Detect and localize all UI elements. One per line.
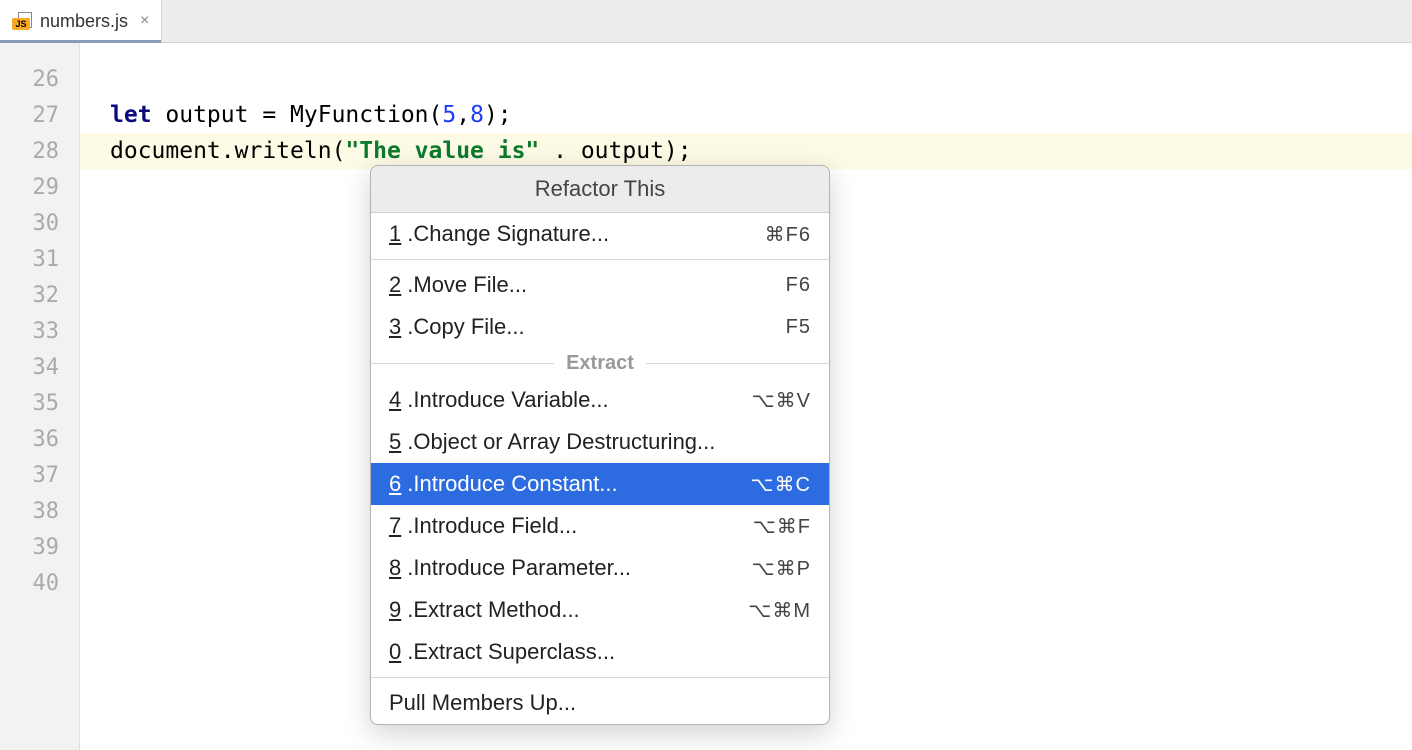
file-tab[interactable]: JS numbers.js × — [0, 0, 162, 42]
line-number: 27 — [0, 97, 79, 133]
item-number: 2 — [389, 272, 401, 298]
popup-item[interactable]: 1. Change Signature...⌘F6 — [371, 213, 829, 255]
item-label: Extract Superclass... — [413, 639, 811, 665]
js-file-icon: JS — [12, 11, 32, 31]
item-number: 6 — [389, 471, 401, 497]
code-line-highlighted[interactable]: document.writeln("The value is" . output… — [80, 133, 1412, 169]
line-number: 26 — [0, 61, 79, 97]
refactor-popup: Refactor This 1. Change Signature...⌘F6 2… — [370, 165, 830, 725]
code-line[interactable] — [110, 61, 1412, 97]
popup-item[interactable]: 6. Introduce Constant...⌥⌘C — [371, 463, 829, 505]
popup-item[interactable]: 2. Move File...F6 — [371, 264, 829, 306]
gutter: 26 27 28 29 30 31 32 33 34 35 36 37 38 3… — [0, 43, 80, 750]
line-number: 40 — [0, 565, 79, 601]
item-shortcut: ⌥⌘P — [752, 556, 811, 581]
popup-section: Extract — [371, 352, 829, 375]
item-shortcut: ⌥⌘F — [753, 514, 811, 539]
tab-bar: JS numbers.js × — [0, 0, 1412, 43]
item-label: Introduce Field... — [413, 513, 752, 539]
line-number: 38 — [0, 493, 79, 529]
item-label: Introduce Constant... — [413, 471, 750, 497]
item-number: 0 — [389, 639, 401, 665]
item-number: 8 — [389, 555, 401, 581]
item-number: 1 — [389, 221, 401, 247]
item-number: 4 — [389, 387, 401, 413]
item-shortcut: F6 — [786, 274, 811, 297]
line-number: 33 — [0, 313, 79, 349]
line-number: 32 — [0, 277, 79, 313]
item-shortcut: ⌥⌘M — [748, 598, 811, 623]
popup-item[interactable]: 9. Extract Method...⌥⌘M — [371, 589, 829, 631]
item-label: Move File... — [413, 272, 785, 298]
item-label: Object or Array Destructuring... — [413, 429, 811, 455]
line-number: 31 — [0, 241, 79, 277]
popup-title: Refactor This — [371, 166, 829, 213]
item-number: 7 — [389, 513, 401, 539]
popup-item[interactable]: 7. Introduce Field...⌥⌘F — [371, 505, 829, 547]
code-line[interactable]: let output = MyFunction(5,8); — [110, 97, 1412, 133]
close-icon[interactable]: × — [140, 12, 149, 30]
item-label: Change Signature... — [413, 221, 764, 247]
popup-item[interactable]: 5. Object or Array Destructuring... — [371, 421, 829, 463]
item-number: 3 — [389, 314, 401, 340]
line-number: 36 — [0, 421, 79, 457]
item-label: Pull Members Up... — [389, 690, 811, 716]
item-label: Introduce Parameter... — [413, 555, 751, 581]
popup-item[interactable]: 4. Introduce Variable...⌥⌘V — [371, 379, 829, 421]
item-label: Introduce Variable... — [413, 387, 751, 413]
item-shortcut: ⌘F6 — [765, 222, 811, 247]
popup-item[interactable]: 0. Extract Superclass... — [371, 631, 829, 673]
line-number: 34 — [0, 349, 79, 385]
line-number: 35 — [0, 385, 79, 421]
line-number: 37 — [0, 457, 79, 493]
tab-label: numbers.js — [40, 11, 128, 32]
item-label: Extract Method... — [413, 597, 748, 623]
item-number: 5 — [389, 429, 401, 455]
line-number: 28 — [0, 133, 79, 169]
item-shortcut: F5 — [786, 316, 811, 339]
item-number: 9 — [389, 597, 401, 623]
item-shortcut: ⌥⌘C — [751, 472, 812, 497]
line-number: 29 — [0, 169, 79, 205]
item-label: Copy File... — [413, 314, 785, 340]
item-shortcut: ⌥⌘V — [752, 388, 811, 413]
popup-item[interactable]: 8. Introduce Parameter...⌥⌘P — [371, 547, 829, 589]
popup-divider — [371, 259, 829, 260]
popup-item[interactable]: 3. Copy File...F5 — [371, 306, 829, 348]
popup-item[interactable]: Pull Members Up... — [371, 682, 829, 724]
line-number: 30 — [0, 205, 79, 241]
line-number: 39 — [0, 529, 79, 565]
popup-divider — [371, 677, 829, 678]
